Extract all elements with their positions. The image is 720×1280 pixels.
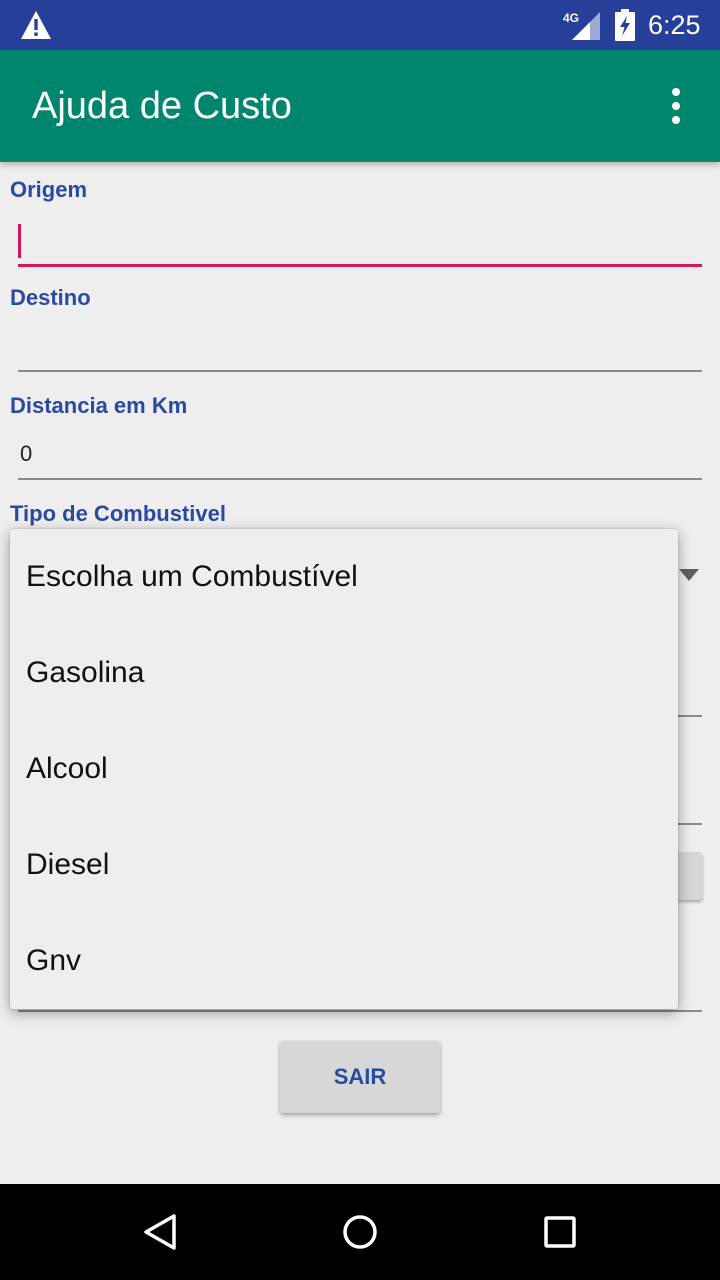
- option-label: Escolha um Combustível: [26, 560, 358, 593]
- battery-charging-icon: [615, 9, 635, 41]
- origem-input[interactable]: [18, 218, 702, 267]
- status-bar: 4G 6:25: [0, 0, 720, 50]
- recents-icon[interactable]: [536, 1208, 584, 1256]
- dropdown-option[interactable]: Alcool: [10, 721, 678, 817]
- origem-label: Origem: [10, 177, 88, 202]
- fuel-dropdown-menu: Escolha um Combustível Gasolina Alcool D…: [10, 529, 678, 1009]
- dropdown-option[interactable]: Diesel: [10, 817, 678, 913]
- destino-label: Destino: [10, 285, 91, 310]
- dropdown-option[interactable]: Escolha um Combustível: [10, 529, 678, 625]
- distancia-input[interactable]: 0: [18, 432, 702, 480]
- destino-input[interactable]: [18, 324, 702, 372]
- signal-icon: 4G: [563, 11, 600, 40]
- combustivel-label: Tipo de Combustivel: [10, 501, 226, 526]
- exit-button[interactable]: SAIR: [280, 1041, 440, 1113]
- clock: 6:25: [648, 10, 701, 40]
- home-icon[interactable]: [336, 1208, 384, 1256]
- option-label: Gnv: [26, 944, 82, 977]
- overflow-menu-icon[interactable]: [662, 86, 690, 126]
- hidden-field-underline: [18, 1010, 702, 1012]
- text-caret: [18, 224, 21, 258]
- network-type-label: 4G: [563, 11, 579, 25]
- dropdown-option[interactable]: Gnv: [10, 913, 678, 1009]
- app-bar: Ajuda de Custo: [0, 50, 720, 162]
- option-label: Diesel: [26, 848, 110, 881]
- distancia-label: Distancia em Km: [10, 393, 188, 418]
- dropdown-arrow-icon[interactable]: [678, 568, 700, 582]
- dropdown-option[interactable]: Gasolina: [10, 625, 678, 721]
- option-label: Gasolina: [26, 656, 145, 689]
- warning-icon: [21, 11, 51, 39]
- navigation-bar: [0, 1184, 720, 1280]
- distancia-value: 0: [20, 441, 33, 466]
- back-icon[interactable]: [136, 1208, 184, 1256]
- app-title: Ajuda de Custo: [32, 85, 292, 127]
- option-label: Alcool: [26, 752, 108, 785]
- hidden-button: [676, 852, 702, 900]
